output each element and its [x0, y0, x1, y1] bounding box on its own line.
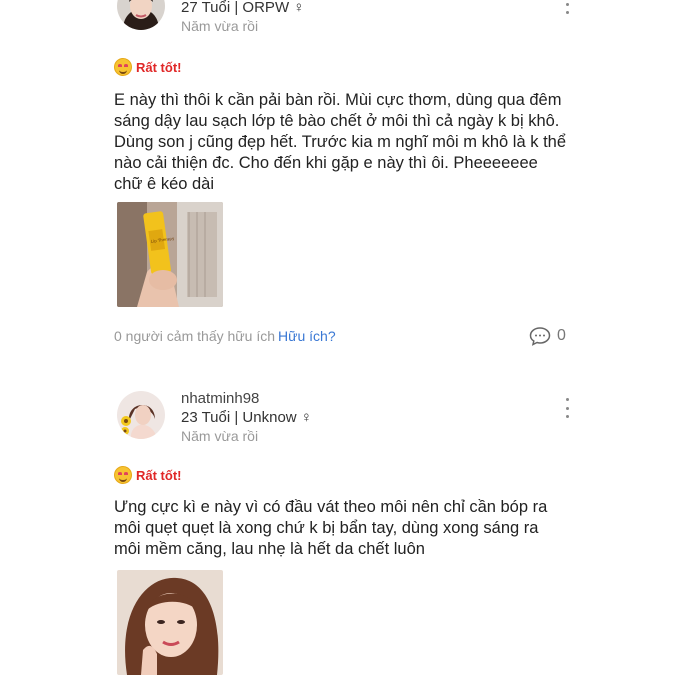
rating-label: Rất tốt!	[136, 59, 182, 75]
helpful-count: 0 người cảm thấy hữu ích	[114, 328, 275, 344]
avatar[interactable]	[117, 391, 165, 439]
more-options-icon[interactable]	[562, 0, 572, 14]
review-text: E này thì thôi k cần pải bàn rồi. Mùi cự…	[114, 91, 567, 193]
rating-label: Rất tốt!	[136, 467, 182, 483]
review-text: Ưng cực kì e này vì có đầu vát theo môi …	[114, 498, 548, 558]
helpful-row: 0 người cảm thấy hữu ích Hữu ích?	[114, 328, 336, 344]
comment-icon	[529, 327, 551, 346]
more-options-icon[interactable]	[562, 398, 572, 418]
review-time: Năm vừa rồi	[181, 18, 259, 34]
review-photo[interactable]	[117, 570, 223, 675]
smile-icon	[114, 58, 132, 76]
avatar[interactable]	[117, 0, 165, 30]
rating-badge: Rất tốt!	[114, 58, 182, 76]
comment-button[interactable]: 0	[529, 326, 566, 346]
user-meta: 23 Tuổi | Unknow ♀	[181, 409, 313, 426]
smile-icon	[114, 466, 132, 484]
user-meta: 27 Tuổi | ORPW ♀	[181, 0, 305, 16]
review-photo[interactable]: Lip Therapy	[117, 202, 223, 307]
username[interactable]: nhatminh98	[181, 389, 312, 408]
helpful-link[interactable]: Hữu ích?	[278, 328, 336, 344]
review-time: Năm vừa rồi	[181, 428, 259, 444]
rating-badge: Rất tốt!	[114, 466, 182, 484]
comment-count: 0	[557, 327, 566, 344]
